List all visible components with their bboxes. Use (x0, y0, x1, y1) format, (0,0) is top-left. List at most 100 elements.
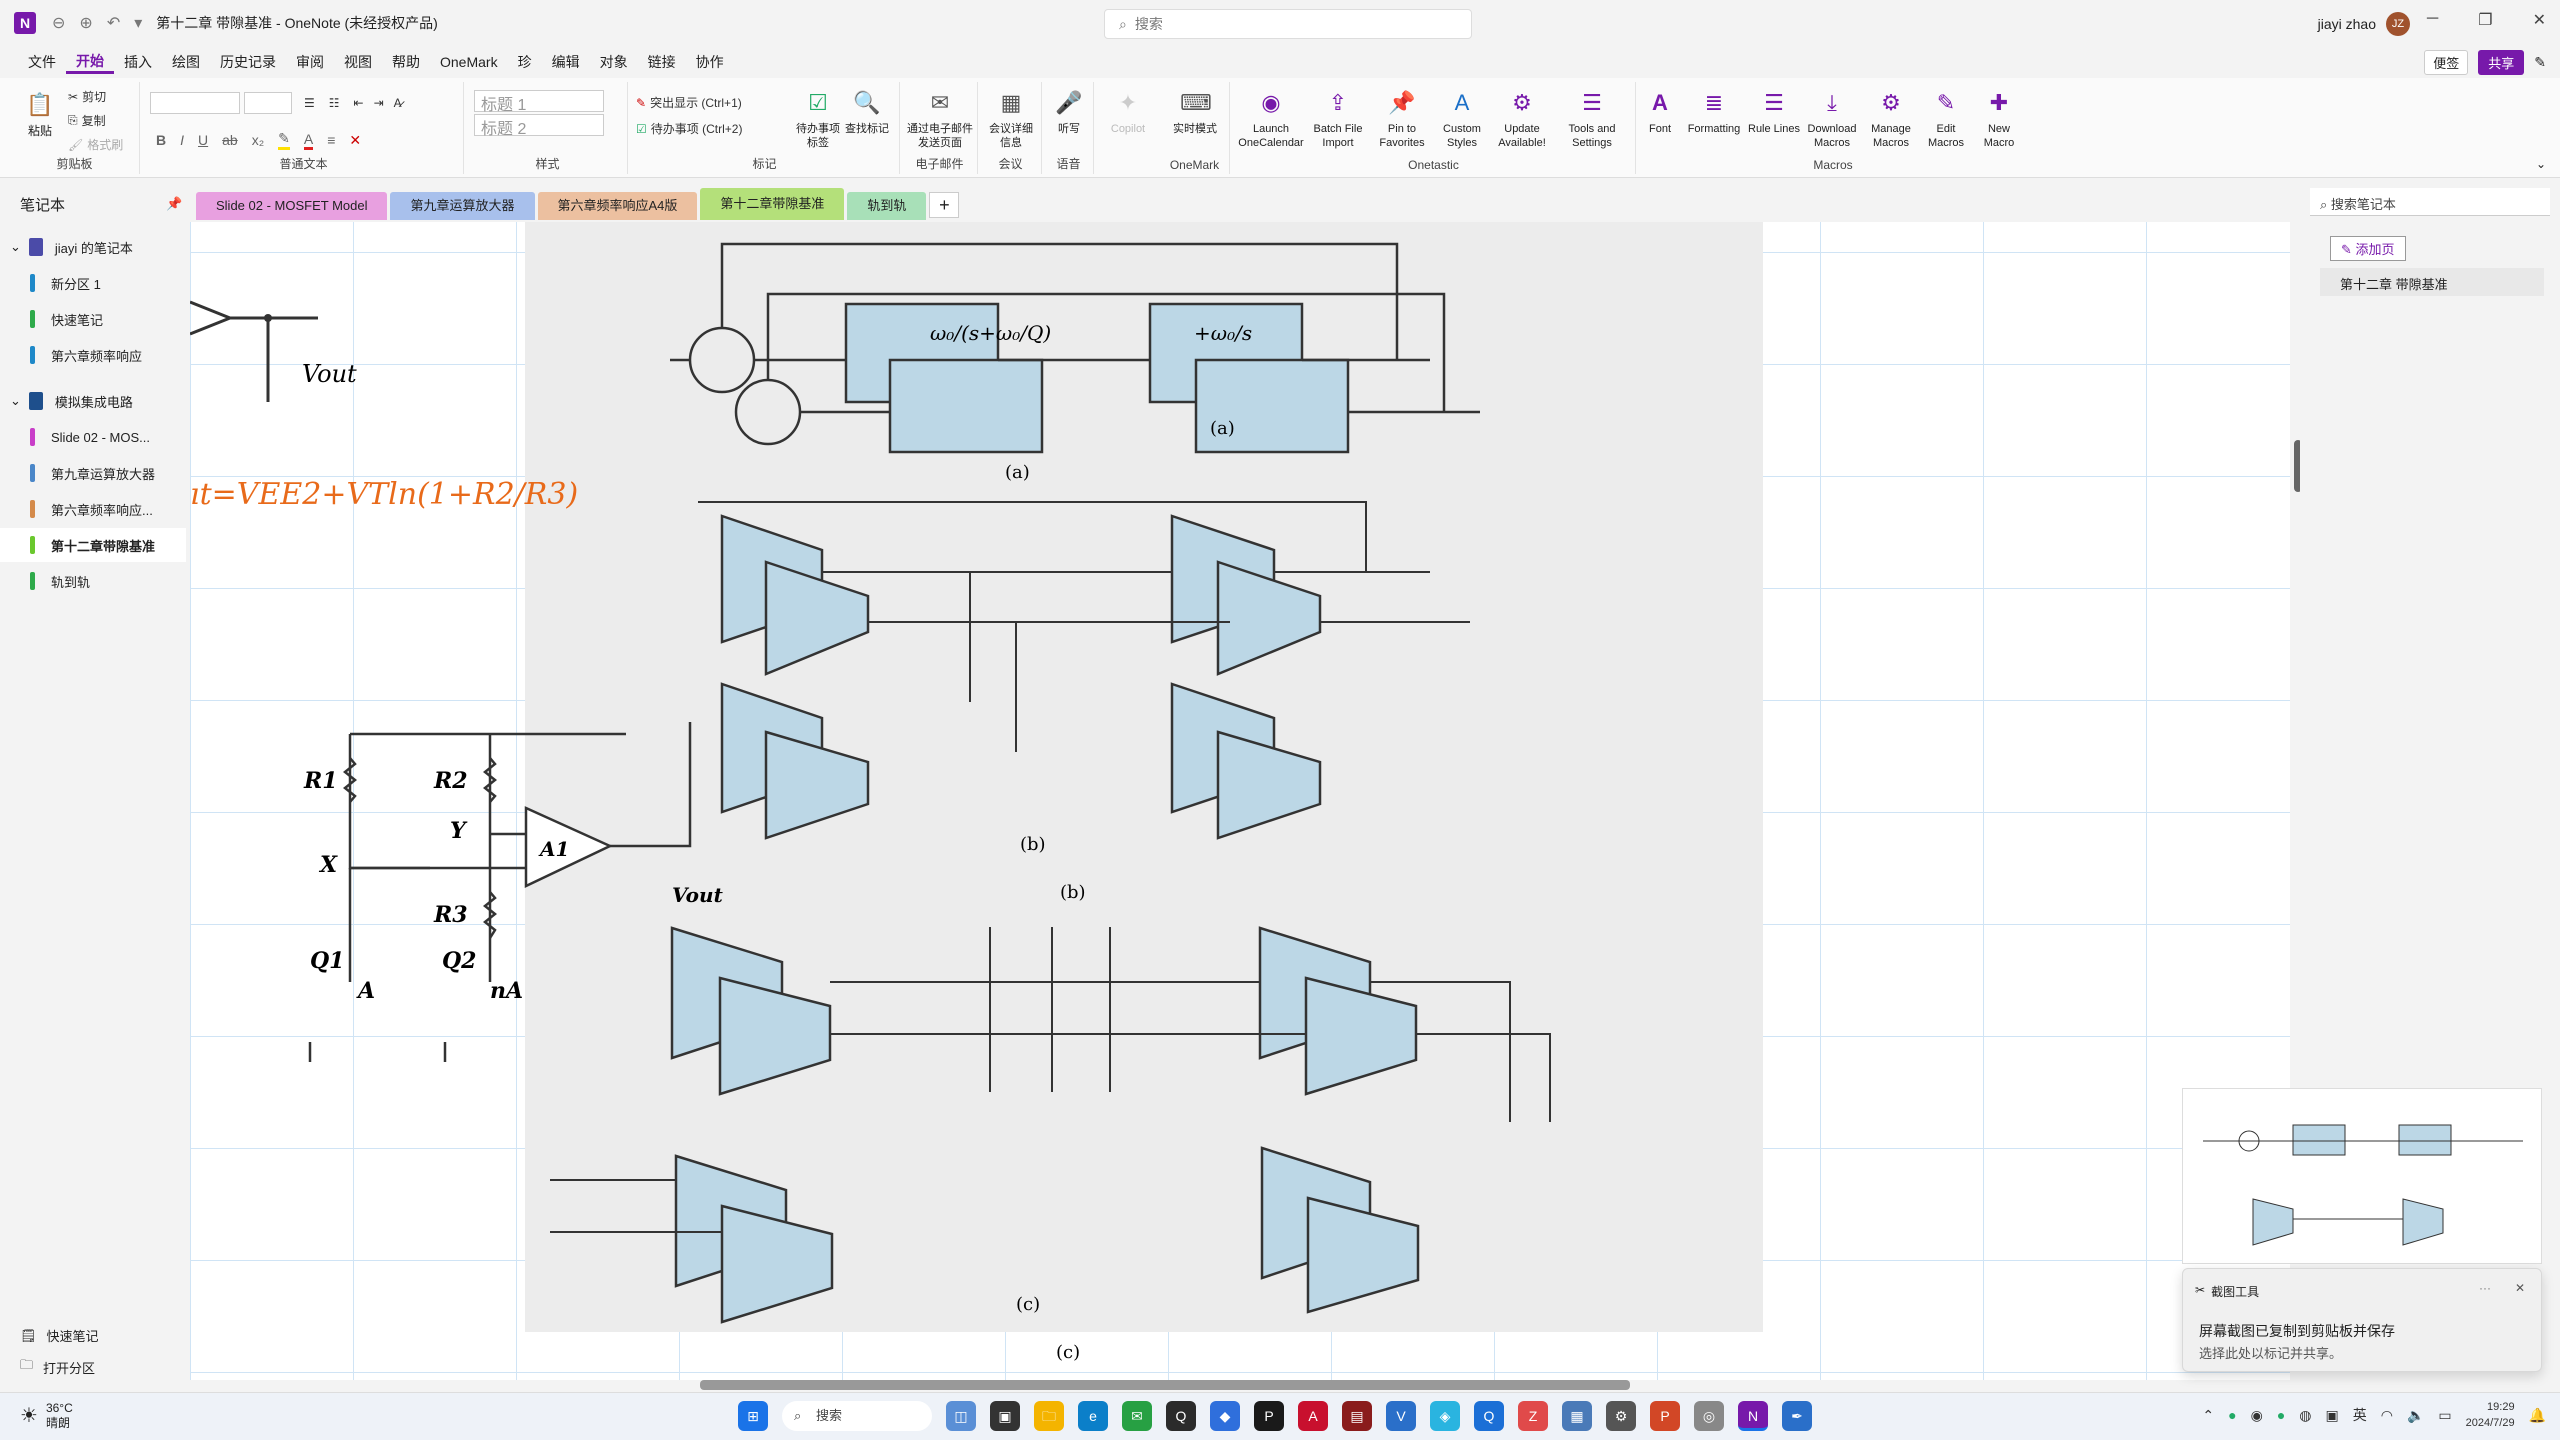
close-icon[interactable]: ✕ (2533, 10, 2546, 30)
notebook-item[interactable]: ⌄ jiayi 的笔记本 (0, 230, 186, 264)
menu-history[interactable]: 历史记录 (210, 52, 286, 72)
sticky-notes-button[interactable]: 便签 (2424, 50, 2469, 75)
menu-home[interactable]: 开始 (66, 51, 114, 74)
section-item[interactable]: 快速笔记 (0, 302, 186, 336)
add-section-button[interactable]: + (929, 192, 960, 218)
notebook-item[interactable]: ⌄ 模拟集成电路 (0, 384, 186, 418)
italic-icon[interactable]: I (180, 132, 184, 148)
app-icon-6[interactable]: ▦ (1562, 1401, 1592, 1431)
edit-macros-button[interactable]: ✎ Edit Macros (1920, 88, 1972, 150)
app-icon-1[interactable]: ◆ (1210, 1401, 1240, 1431)
numbering-icon[interactable]: ☷ (329, 96, 340, 110)
edge-icon[interactable]: e (1078, 1401, 1108, 1431)
section-item[interactable]: Slide 02 - MOS... (0, 420, 186, 454)
download-macros-button[interactable]: ⤓ Download Macros (1802, 88, 1862, 150)
volume-icon[interactable]: 🔈 (2407, 1407, 2424, 1424)
clock[interactable]: 19:29 2024/7/29 (2466, 1399, 2515, 1431)
taskbar-search[interactable]: ⌕ 搜索 (782, 1401, 932, 1431)
copilot-button[interactable]: ✦ Copilot (1098, 88, 1158, 136)
menu-view[interactable]: 视图 (334, 52, 382, 72)
ribbon-collapse-icon[interactable]: ⌄ (2536, 157, 2546, 171)
font-name-combo[interactable] (150, 92, 240, 114)
acrobat-icon[interactable]: A (1298, 1401, 1328, 1431)
wechat-tray-icon[interactable]: ● (2277, 1407, 2285, 1423)
minimize-icon[interactable]: ─ (2427, 10, 2438, 30)
notification-icon[interactable]: 🔔 (2529, 1407, 2546, 1424)
section-item[interactable]: 第六章频率响应... (0, 492, 186, 526)
email-page-button[interactable]: ✉ 通过电子邮件发送页面 (906, 88, 974, 150)
menu-file[interactable]: 文件 (18, 52, 66, 72)
title-search-input[interactable]: ⌕ 搜索 (1104, 9, 1472, 39)
copy-button[interactable]: ⎘ 复制 (68, 112, 106, 129)
paste-button[interactable]: 📋 粘贴 (20, 90, 60, 138)
section-item[interactable]: 第十二章带隙基准 (0, 528, 186, 562)
cut-button[interactable]: ✂ 剪切 (68, 88, 106, 105)
strikethrough-icon[interactable]: ab (222, 132, 238, 148)
menu-link[interactable]: 链接 (638, 52, 686, 72)
section-item[interactable]: 新分区 1 (0, 266, 186, 300)
avatar[interactable]: JZ (2386, 12, 2410, 36)
dictate-button[interactable]: 🎤 听写 (1048, 88, 1090, 136)
menu-object[interactable]: 对象 (590, 52, 638, 72)
menu-insert[interactable]: 插入 (114, 52, 162, 72)
section-item[interactable]: 第九章运算放大器 (0, 456, 186, 490)
highlight-tag[interactable]: ✎ 突出显示 (Ctrl+1) (636, 94, 742, 111)
qq-tray-icon[interactable]: ◉ (2251, 1407, 2263, 1424)
app-icon-7[interactable]: ◎ (1694, 1401, 1724, 1431)
screenshot-thumbnail[interactable] (2182, 1088, 2542, 1264)
app-icon-5[interactable]: Z (1518, 1401, 1548, 1431)
font-color-icon[interactable]: A (303, 131, 314, 150)
update-available-button[interactable]: ⚙ Update Available! (1492, 88, 1552, 150)
pen-icon[interactable]: ✎ (2534, 54, 2546, 71)
pycharm-icon[interactable]: P (1254, 1401, 1284, 1431)
pen-app-icon[interactable]: ✒ (1782, 1401, 1812, 1431)
onenote-taskbar-icon[interactable]: N (1738, 1401, 1768, 1431)
file-explorer-icon[interactable]: 🗀 (1034, 1401, 1064, 1431)
undo-icon[interactable]: ↶ (107, 13, 120, 33)
restore-icon[interactable]: ❐ (2478, 10, 2492, 30)
chevron-up-icon[interactable]: ⌃ (2202, 1407, 2214, 1424)
widgets-icon[interactable]: ◫ (946, 1401, 976, 1431)
formatting-macro-button[interactable]: ≣ Formatting (1682, 88, 1746, 136)
menu-zhen[interactable]: 珍 (508, 52, 542, 72)
outdent-icon[interactable]: ⇤ (354, 96, 364, 110)
section-tab[interactable]: Slide 02 - MOSFET Model (196, 192, 388, 220)
subscript-icon[interactable]: x₂ (252, 132, 264, 148)
tray-icon-2[interactable]: ◍ (2299, 1407, 2311, 1424)
align-icon[interactable]: ≡ (327, 132, 335, 148)
weather-widget[interactable]: ☀ 36°C 晴朗 (20, 1401, 73, 1431)
app-icon-4[interactable]: Q (1474, 1401, 1504, 1431)
taskview-icon[interactable]: ▣ (990, 1401, 1020, 1431)
search-notebook-input[interactable]: ⌕ 搜索笔记本 (2310, 188, 2550, 216)
section-item[interactable]: 第六章频率响应 (0, 338, 186, 372)
meeting-details-button[interactable]: ▦ 会议详细信息 (984, 88, 1038, 150)
section-tab[interactable]: 第六章频率响应A4版 (537, 192, 698, 220)
tools-settings-button[interactable]: ☰ Tools and Settings (1554, 88, 1630, 150)
underline-icon[interactable]: U (198, 132, 208, 148)
page-item[interactable]: 第十二章 带隙基准 (2320, 268, 2544, 296)
rule-lines-button[interactable]: ☰ Rule Lines (1748, 88, 1800, 136)
realtime-mode-button[interactable]: ⌨ 实时模式 (1166, 88, 1224, 136)
qq-icon[interactable]: Q (1166, 1401, 1196, 1431)
snipping-toast[interactable]: ✂ 截图工具 ··· ✕ 屏幕截图已复制到剪贴板并保存 选择此处以标记并共享。 (2182, 1268, 2542, 1372)
pin-favorites-button[interactable]: 📌 Pin to Favorites (1372, 88, 1432, 150)
todo-tag[interactable]: ☑ 待办事项 (Ctrl+2) (636, 120, 742, 137)
settings-icon[interactable]: ⚙ (1606, 1401, 1636, 1431)
batch-file-import-button[interactable]: ⇪ Batch File Import (1308, 88, 1368, 150)
indent-icon[interactable]: ⇥ (374, 96, 384, 110)
qat-dropdown-icon[interactable]: ▾ (134, 13, 142, 33)
clear-format-icon[interactable]: A̷ (394, 96, 402, 110)
more-icon[interactable]: ··· (2479, 1281, 2491, 1295)
battery-icon[interactable]: ▭ (2438, 1407, 2451, 1424)
section-tab[interactable]: 第十二章带隙基准 (700, 188, 845, 220)
section-item[interactable]: 轨到轨 (0, 564, 186, 598)
open-section-link[interactable]: 🗀 打开分区 (20, 1356, 95, 1378)
back-icon[interactable]: ⊖ (52, 13, 65, 33)
tray-icon-3[interactable]: ▣ (2326, 1407, 2339, 1424)
pin-icon[interactable]: 📌 (166, 196, 182, 212)
section-tab[interactable]: 第九章运算放大器 (390, 192, 535, 220)
section-tab[interactable]: 轨到轨 (847, 192, 927, 220)
menu-edit[interactable]: 编辑 (542, 52, 590, 72)
custom-styles-button[interactable]: A Custom Styles (1434, 88, 1490, 150)
start-icon[interactable]: ⊞ (738, 1401, 768, 1431)
